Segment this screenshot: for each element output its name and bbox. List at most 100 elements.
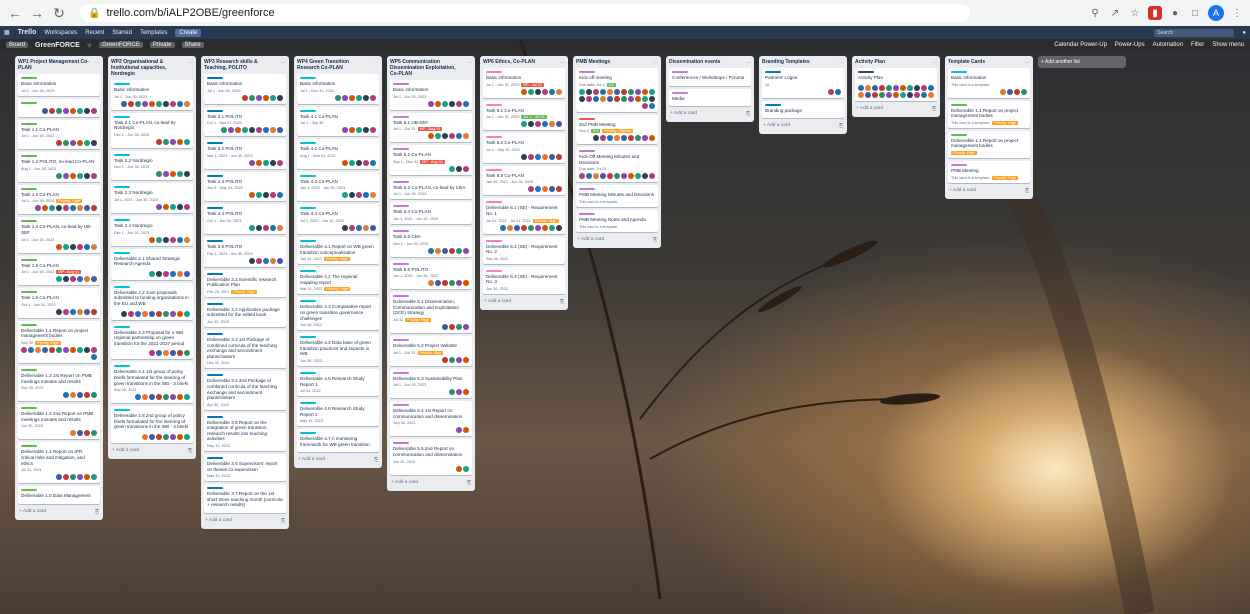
member-avatar[interactable]: [91, 172, 97, 179]
member-avatar[interactable]: [335, 94, 341, 101]
card-label[interactable]: [114, 186, 130, 189]
due-date-badge[interactable]: Jul 1 - Jun 30, 2023: [21, 199, 54, 203]
member-avatar[interactable]: [21, 346, 27, 353]
member-avatar[interactable]: [77, 172, 83, 179]
member-avatar[interactable]: [91, 346, 97, 353]
member-avatar[interactable]: [277, 257, 283, 264]
member-avatar[interactable]: [70, 276, 76, 283]
card-label[interactable]: [300, 77, 316, 79]
member-avatar[interactable]: [84, 205, 90, 212]
member-avatar[interactable]: [907, 84, 913, 91]
card-template-icon[interactable]: ⎘: [560, 299, 564, 305]
card[interactable]: Deliverable 3.4 2nd Package of combined …: [204, 371, 286, 410]
member-avatar[interactable]: [858, 91, 864, 98]
card[interactable]: Partners' Logos 15: [762, 68, 844, 98]
member-avatar[interactable]: [542, 121, 548, 128]
card[interactable]: Deliverable 3.5 Report on the integratio…: [204, 412, 286, 452]
member-avatar[interactable]: [442, 323, 448, 330]
card[interactable]: Task 1.2 POLITO, no lead Co-PLAN Aug 1 - …: [18, 152, 100, 182]
member-avatar[interactable]: [600, 173, 606, 180]
star-icon[interactable]: ☆: [1128, 6, 1142, 20]
member-avatar[interactable]: [456, 389, 462, 396]
card[interactable]: Deliverable 5.4 1st Report on communicat…: [390, 401, 472, 437]
member-avatar[interactable]: [542, 224, 548, 231]
member-avatar[interactable]: [184, 171, 190, 178]
card-label[interactable]: [393, 115, 409, 118]
member-avatar[interactable]: [263, 94, 269, 101]
member-avatar[interactable]: [456, 133, 462, 140]
due-date-badge[interactable]: Oct 1 - Jun 30, 2023: [21, 303, 55, 307]
card[interactable]: Task 4.1 Co-PLAN Jul 1 - Sep 30: [297, 106, 379, 137]
member-avatar[interactable]: [456, 280, 462, 287]
card[interactable]: Deliverable 3.3 1st Package of combined …: [204, 329, 286, 369]
member-avatar[interactable]: [356, 159, 362, 166]
member-avatar[interactable]: [865, 91, 871, 98]
trello-logo[interactable]: Trello: [18, 29, 37, 36]
card-label[interactable]: [579, 212, 595, 215]
member-avatar[interactable]: [535, 153, 541, 160]
member-avatar[interactable]: [149, 310, 155, 317]
card-label[interactable]: [486, 103, 502, 106]
member-avatar[interactable]: [170, 394, 176, 401]
member-avatar[interactable]: [184, 138, 190, 145]
member-avatar[interactable]: [135, 310, 141, 317]
card-label[interactable]: [207, 109, 223, 112]
member-avatar[interactable]: [177, 350, 183, 357]
member-avatar[interactable]: [249, 94, 255, 101]
member-avatar[interactable]: [649, 173, 655, 180]
member-avatar[interactable]: [463, 323, 469, 330]
member-avatar[interactable]: [586, 95, 592, 102]
member-avatar[interactable]: [184, 350, 190, 357]
member-avatar[interactable]: [249, 257, 255, 264]
list[interactable]: WP4 Green Transition Research Co-PLAN… Ba…: [294, 56, 382, 469]
member-avatar[interactable]: [463, 165, 469, 172]
due-date-badge[interactable]: Jul 1 - Sep 30: [300, 121, 323, 125]
card-label[interactable]: [300, 336, 316, 339]
card-label[interactable]: [207, 332, 223, 335]
member-avatar[interactable]: [349, 192, 355, 199]
list-menu-icon[interactable]: …: [374, 59, 379, 65]
member-avatar[interactable]: [163, 100, 169, 107]
member-avatar[interactable]: [363, 127, 369, 134]
card-label[interactable]: [300, 109, 316, 112]
list-title[interactable]: Activity Plan: [855, 59, 887, 65]
member-avatar[interactable]: [35, 346, 41, 353]
due-date-badge[interactable]: This card is a template.: [579, 225, 618, 229]
member-avatar[interactable]: [42, 107, 48, 114]
member-avatar[interactable]: [177, 138, 183, 145]
member-avatar[interactable]: [170, 236, 176, 243]
card[interactable]: Basic information This card is a template…: [948, 68, 1030, 98]
visibility-button[interactable]: Private: [149, 42, 175, 48]
card[interactable]: Basic information Jul 1 - Dec 31, 2022: [297, 74, 379, 104]
member-avatar[interactable]: [84, 243, 90, 250]
add-card-button[interactable]: + Add a card ⎘: [576, 235, 658, 245]
member-avatar[interactable]: [177, 394, 183, 401]
board-title[interactable]: GreenFORCE: [35, 42, 80, 49]
card[interactable]: Deliverable 1.1 Report on project manage…: [948, 130, 1030, 158]
list-title[interactable]: Branding Templates: [762, 59, 812, 65]
list-title[interactable]: Dissemination events: [669, 59, 722, 65]
member-avatar[interactable]: [277, 192, 283, 199]
member-avatar[interactable]: [56, 107, 62, 114]
member-avatar[interactable]: [928, 84, 934, 91]
list[interactable]: Branding Templates … Partners' Logos 15 Bran…: [759, 56, 847, 135]
add-card-button[interactable]: + Add a card ⎘: [111, 446, 193, 456]
card-label[interactable]: [207, 415, 223, 418]
member-avatar[interactable]: [607, 173, 613, 180]
member-avatar[interactable]: [156, 138, 162, 145]
member-avatar[interactable]: [56, 346, 62, 353]
member-avatar[interactable]: [1021, 88, 1027, 95]
member-avatar[interactable]: [542, 186, 548, 193]
card-label[interactable]: [207, 174, 223, 177]
card-label[interactable]: [114, 251, 130, 254]
card-label[interactable]: [21, 258, 37, 261]
member-avatar[interactable]: [363, 224, 369, 231]
menu-dots-icon[interactable]: ⋮: [1230, 6, 1244, 20]
priority-badge[interactable]: Priority: High: [231, 289, 258, 294]
card-label[interactable]: [21, 155, 37, 158]
member-avatar[interactable]: [356, 192, 362, 199]
list-menu-icon[interactable]: …: [281, 59, 286, 65]
member-avatar[interactable]: [521, 153, 527, 160]
member-avatar[interactable]: [556, 121, 562, 128]
member-avatar[interactable]: [428, 100, 434, 107]
